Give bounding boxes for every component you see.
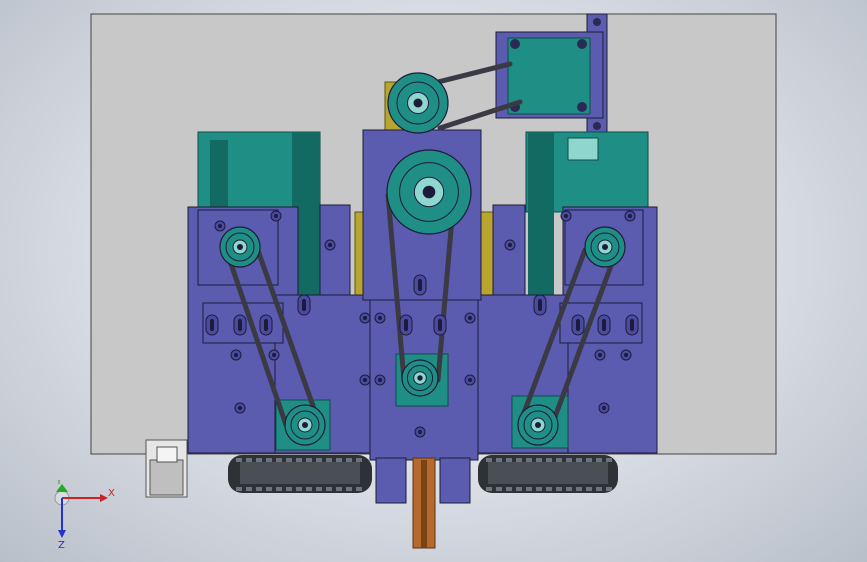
chain-link [316,458,322,462]
chain-link [496,458,502,462]
chain-link [586,458,592,462]
cad-viewport[interactable]: X Y Z [0,0,867,562]
chain-link [356,487,362,491]
bolt-hole [504,239,516,251]
adjustment-slot [297,294,311,316]
bolt-hole [464,312,476,324]
chain-link [566,487,572,491]
bolt-hole [464,374,476,386]
chain-link [266,458,272,462]
chain-link [346,487,352,491]
chain-link [546,458,552,462]
axis-y-label: Y [55,480,63,487]
adjustment-slot [625,314,639,336]
bolt-hole [359,312,371,324]
chain-link [506,487,512,491]
chain-link [526,487,532,491]
chain-link [556,458,562,462]
bolt-hole [270,210,282,222]
pulley [284,404,326,446]
chain-link [506,458,512,462]
bolt-hole [230,349,242,361]
pulley [401,359,439,397]
chain-link [326,458,332,462]
pulley [387,72,449,134]
chain-link [596,458,602,462]
assembly-drawing[interactable] [0,0,867,562]
bolt-hole [324,239,336,251]
chain-link [536,487,542,491]
chain-link [296,487,302,491]
top-motor-bracket [495,13,608,135]
chain-link [256,487,262,491]
pulley [219,226,261,268]
chain-link [296,458,302,462]
bolt-hole [624,210,636,222]
corner-block [145,439,188,498]
chain-link [306,487,312,491]
chain-link [306,458,312,462]
adjustment-slot [433,314,447,336]
chain-link [316,487,322,491]
pulley [584,226,626,268]
chain-link [606,458,612,462]
bolt-hole [598,402,610,414]
chain-link [276,487,282,491]
chain-link [486,487,492,491]
chain-link [266,487,272,491]
chain-link [276,458,282,462]
axis-z-label: Z [58,540,65,550]
chain-link [606,487,612,491]
chain-link [256,458,262,462]
chain-link [286,458,292,462]
adjustment-slot [205,314,219,336]
chain-link [346,458,352,462]
axis-triad: X Y Z [54,480,115,550]
chain-link [496,487,502,491]
adjustment-slot [571,314,585,336]
chain-link [516,458,522,462]
bolt-hole [374,374,386,386]
chain-link [556,487,562,491]
chain-link [286,487,292,491]
pulley [386,149,472,235]
bolt-hole [620,349,632,361]
chain-link [486,458,492,462]
bolt-hole [560,210,572,222]
chain-link [576,487,582,491]
chain-link [356,458,362,462]
chain-link [566,458,572,462]
chain-link [246,458,252,462]
chain-link [236,458,242,462]
bolt-hole [268,349,280,361]
adjustment-slot [259,314,273,336]
chain-link [536,458,542,462]
adjustment-slot [233,314,247,336]
chain-link [526,458,532,462]
chain-link [246,487,252,491]
chain-link [516,487,522,491]
bolt-hole [594,349,606,361]
chain-link [596,487,602,491]
bolt-hole [414,426,426,438]
chain-link [336,458,342,462]
chain-link [586,487,592,491]
chain-link [336,487,342,491]
adjustment-slot [597,314,611,336]
bolt-hole [234,402,246,414]
chain-link [576,458,582,462]
chain-link [236,487,242,491]
axis-x-label: X [108,488,115,499]
chain-link [546,487,552,491]
bolt-hole [214,220,226,232]
adjustment-slot [413,274,427,296]
chain-link [326,487,332,491]
adjustment-slot [399,314,413,336]
bolt-hole [359,374,371,386]
adjustment-slot [533,294,547,316]
bolt-hole [374,312,386,324]
pulley [517,404,559,446]
